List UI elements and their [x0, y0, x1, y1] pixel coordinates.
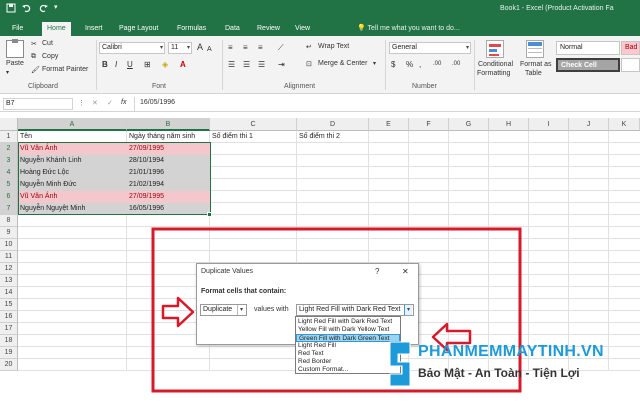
- watermark-title: PHANMEMMAYTINH.VN: [418, 343, 604, 360]
- watermark-subtitle: Bảo Mật - An Toàn - Tiện Lợi: [418, 366, 580, 380]
- watermark-logo-icon: [389, 341, 411, 387]
- left-annotation-arrow-icon: [161, 296, 195, 328]
